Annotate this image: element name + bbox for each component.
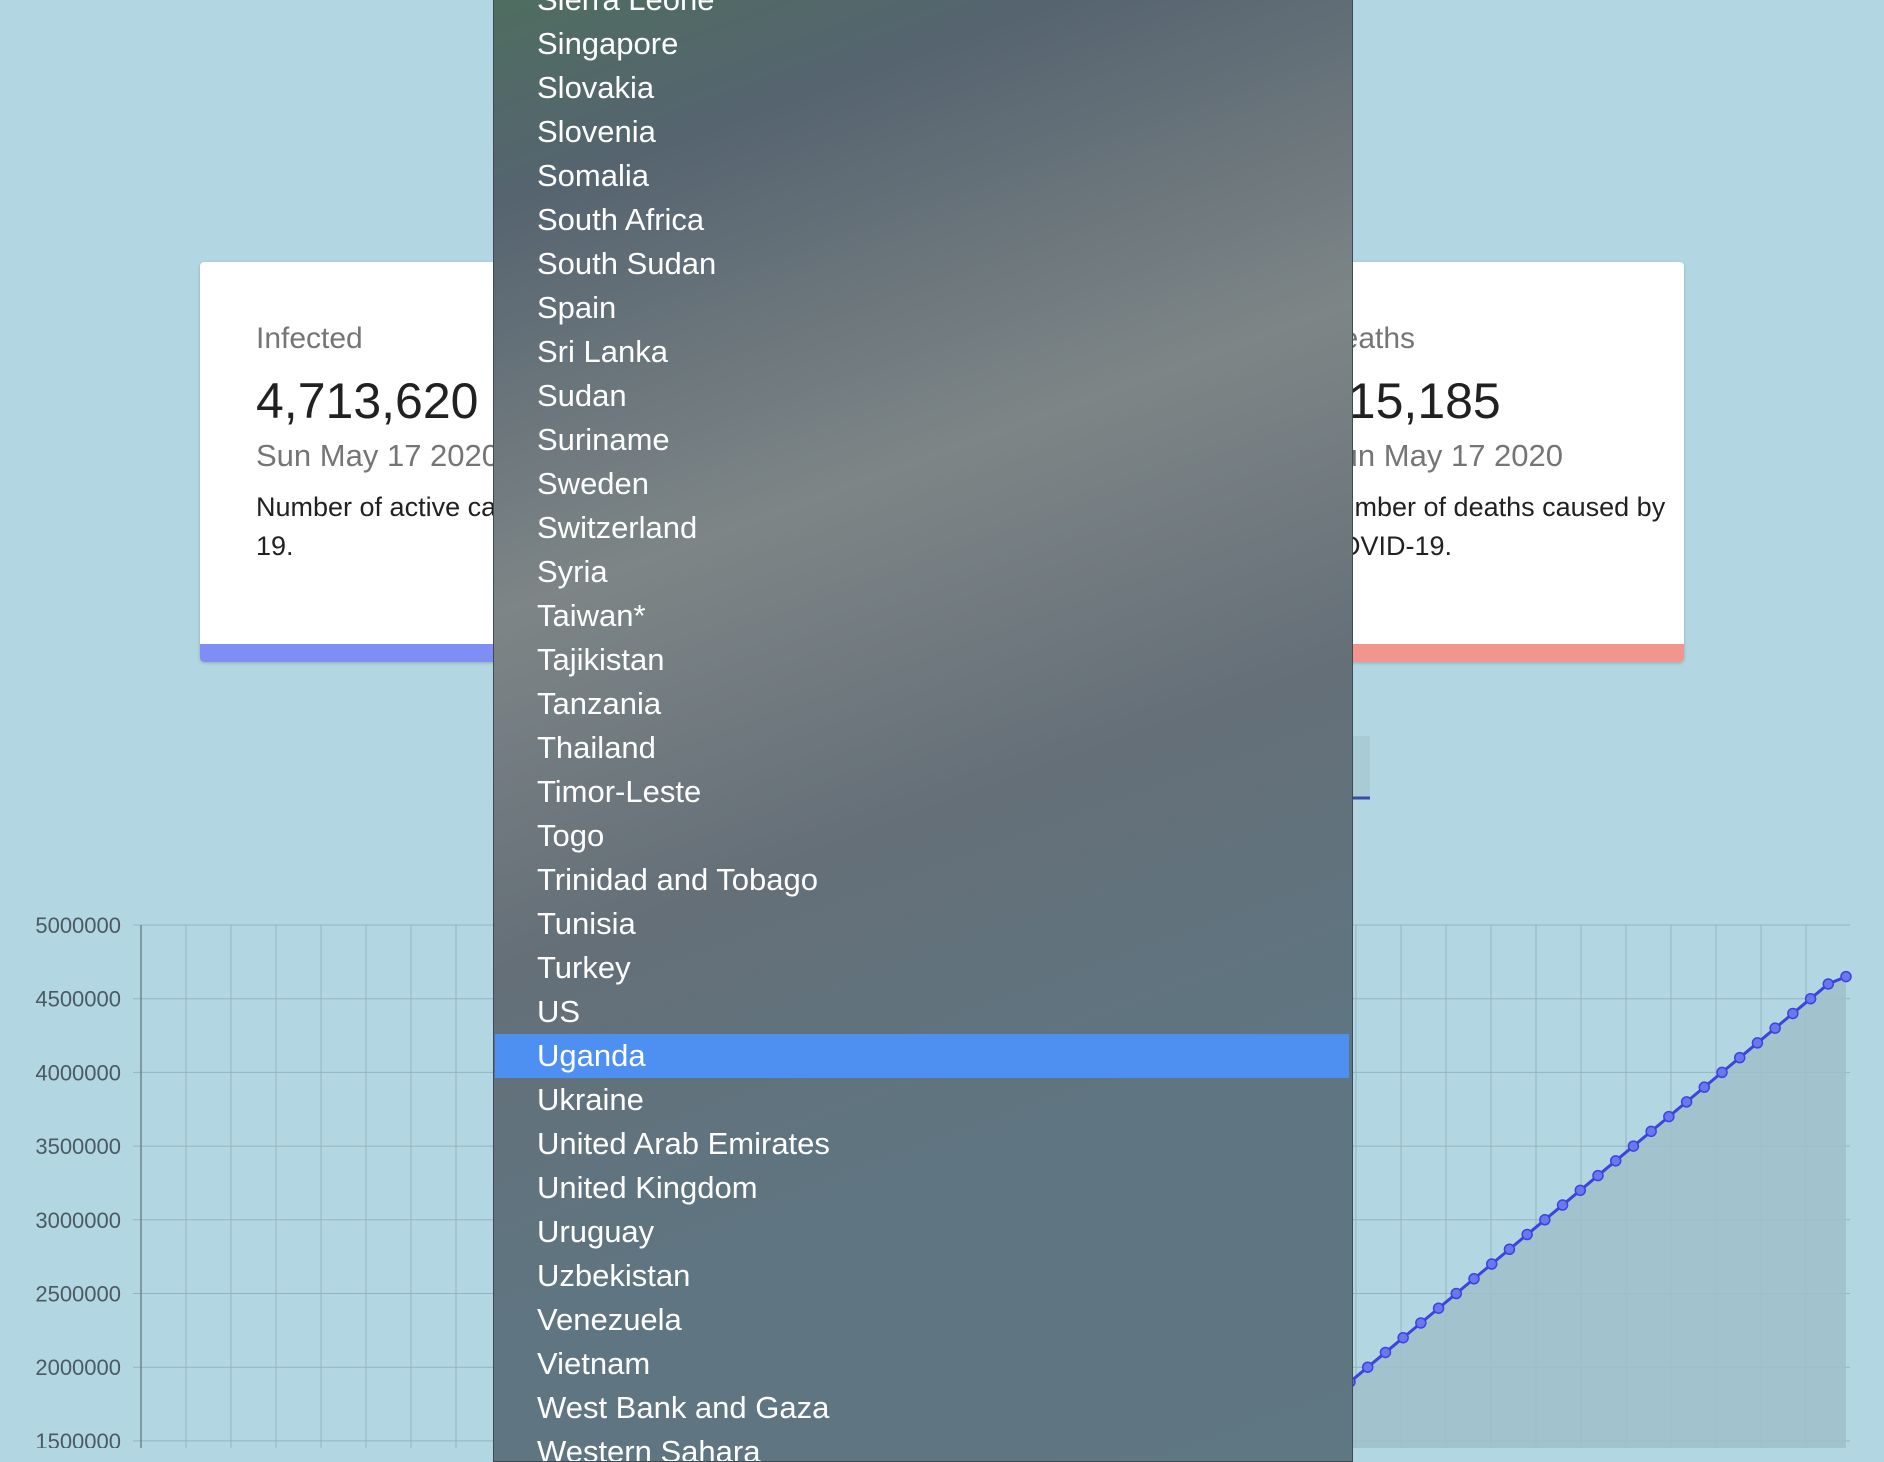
data-point[interactable] [1645,1125,1657,1138]
dropdown-item[interactable]: Venezuela [495,1298,1349,1342]
data-point[interactable] [1822,978,1835,990]
data-point[interactable] [1397,1331,1409,1344]
series-area [1350,976,1846,1448]
data-point[interactable] [1521,1228,1533,1241]
data-point[interactable] [1503,1243,1516,1256]
data-point[interactable] [1485,1258,1498,1270]
deaths-value: 315,185 [1320,373,1501,429]
data-point[interactable] [1450,1287,1463,1300]
dropdown-item[interactable]: United Kingdom [495,1166,1349,1210]
y-tick-label: 3000000 [35,1208,121,1233]
dropdown-item[interactable]: Uzbekistan [495,1254,1349,1298]
country-dropdown-menu[interactable]: Sierra LeoneSingaporeSlovakiaSloveniaSom… [493,0,1353,1462]
data-point[interactable] [1468,1273,1480,1285]
y-tick-label: 4500000 [35,987,121,1012]
dropdown-item[interactable]: Uganda [495,1034,1349,1078]
data-point[interactable] [1787,1007,1799,1020]
dropdown-item[interactable]: Tunisia [495,902,1349,946]
dropdown-item[interactable]: Somalia [495,154,1349,198]
data-point[interactable] [1698,1081,1711,1093]
data-point[interactable] [1415,1317,1427,1329]
dropdown-item[interactable]: Taiwan* [495,594,1349,638]
dropdown-item[interactable]: Uruguay [495,1210,1349,1254]
dropdown-item[interactable]: Timor-Leste [495,770,1349,814]
y-tick-label: 2000000 [35,1355,121,1380]
dropdown-item[interactable]: United Arab Emirates [495,1122,1349,1166]
dropdown-item[interactable]: Turkey [495,946,1349,990]
y-tick-label: 1500000 [35,1429,121,1448]
data-point[interactable] [1432,1302,1445,1314]
y-tick-label: 5000000 [35,913,121,938]
dropdown-item[interactable]: Tajikistan [495,638,1349,682]
data-point[interactable] [1733,1051,1746,1064]
data-point[interactable] [1769,1022,1781,1034]
data-point[interactable] [1609,1155,1622,1167]
dropdown-item[interactable]: Sierra Leone [495,0,1349,22]
dropdown-item[interactable]: Togo [495,814,1349,858]
y-tick-label: 3500000 [35,1134,121,1159]
data-point[interactable] [1556,1199,1569,1211]
data-point[interactable] [1539,1214,1551,1226]
dropdown-item[interactable]: US [495,990,1349,1034]
dropdown-item[interactable]: Switzerland [495,506,1349,550]
y-tick-label: 4000000 [35,1060,121,1085]
dropdown-item[interactable]: Trinidad and Tobago [495,858,1349,902]
dropdown-item[interactable]: Spain [495,286,1349,330]
dropdown-item[interactable]: Slovakia [495,66,1349,110]
data-point[interactable] [1680,1096,1693,1108]
dropdown-item[interactable]: Singapore [495,22,1349,66]
dropdown-item[interactable]: Thailand [495,726,1349,770]
data-point[interactable] [1804,992,1817,1005]
dropdown-item[interactable]: South Africa [495,198,1349,242]
dropdown-item[interactable]: Tanzania [495,682,1349,726]
y-tick-label: 2500000 [35,1282,121,1307]
dropdown-item[interactable]: Sudan [495,374,1349,418]
dropdown-item[interactable]: Syria [495,550,1349,594]
dropdown-item[interactable]: Vietnam [495,1342,1349,1386]
data-point[interactable] [1716,1066,1728,1079]
dropdown-item[interactable]: South Sudan [495,242,1349,286]
dropdown-item[interactable]: Suriname [495,418,1349,462]
deaths-label: Deaths [1320,322,1416,355]
data-point[interactable] [1751,1037,1764,1049]
data-point[interactable] [1663,1110,1675,1123]
deaths-date: Sun May 17 2020 [1320,438,1564,473]
data-point[interactable] [1627,1140,1640,1152]
data-point[interactable] [1361,1361,1374,1373]
dropdown-item[interactable]: Ukraine [495,1078,1349,1122]
dropdown-item[interactable]: Slovenia [495,110,1349,154]
dropdown-item[interactable]: Sri Lanka [495,330,1349,374]
data-point[interactable] [1574,1184,1587,1197]
data-point[interactable] [1840,970,1852,983]
data-point[interactable] [1379,1346,1392,1359]
deaths-description: Number of deaths caused by COVID-19. [1320,492,1666,561]
dropdown-item[interactable]: Sweden [495,462,1349,506]
data-point[interactable] [1592,1169,1604,1182]
dropdown-item[interactable]: Western Sahara [495,1430,1349,1461]
dropdown-item[interactable]: West Bank and Gaza [495,1386,1349,1430]
